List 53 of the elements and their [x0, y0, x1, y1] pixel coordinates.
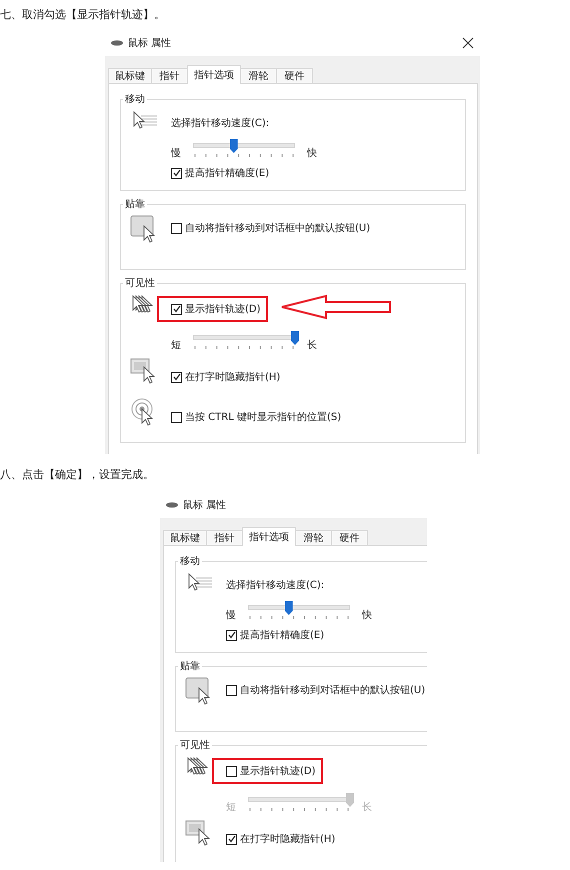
checkbox[interactable]: 显示指针轨迹(D) [157, 296, 268, 322]
mouse-icon [166, 502, 178, 508]
close-button[interactable] [462, 37, 474, 49]
group-title: 移动 [124, 93, 146, 106]
mouse-icon [111, 40, 123, 46]
tab[interactable]: 指针选项 [187, 65, 241, 84]
slider-min-label: 短 [226, 801, 236, 814]
group-title: 可见性 [179, 738, 211, 752]
tab[interactable]: 指针 [151, 68, 188, 84]
window-title: 鼠标 属性 [128, 36, 172, 50]
tab[interactable]: 指针选项 [242, 527, 296, 546]
window-title: 鼠标 属性 [183, 498, 228, 512]
step-text: 八、点击【确定】，设置完成。 [0, 468, 155, 482]
checkbox[interactable]: 在打字时隐藏指针(H) [171, 370, 280, 384]
group-title: 贴靠 [124, 198, 146, 211]
slider-min-label: 慢 [171, 146, 181, 160]
tab[interactable]: 硬件 [276, 68, 313, 84]
slider-min-label: 慢 [226, 608, 236, 622]
checkmark-icon [172, 305, 180, 313]
checkbox[interactable]: 自动将指针移动到对话框中的默认按钮(U) [171, 221, 370, 235]
step-text: 七、取消勾选【显示指针轨迹】。 [0, 8, 166, 22]
tab[interactable]: 滑轮 [295, 530, 332, 546]
tab[interactable]: 硬件 [331, 530, 368, 546]
tab[interactable]: 滑轮 [240, 68, 277, 84]
checkmark-icon [172, 373, 180, 381]
slider-min-label: 短 [171, 339, 181, 352]
checkmark-icon [228, 835, 236, 843]
slider-max-label: 快 [362, 608, 372, 622]
slider[interactable] [193, 139, 295, 157]
checkmark-icon [228, 631, 236, 639]
tab[interactable]: 指针 [206, 530, 243, 546]
checkbox[interactable]: 显示指针轨迹(D) [212, 758, 323, 784]
slider-max-label: 长 [362, 800, 372, 814]
slider-thumb[interactable] [230, 139, 238, 153]
checkbox[interactable]: 提高指针精确度(E) [171, 166, 270, 180]
checkmark-icon [172, 169, 180, 177]
checkbox[interactable]: 在打字时隐藏指针(H) [226, 832, 336, 846]
tab[interactable]: 鼠标键 [108, 68, 152, 84]
slider-thumb[interactable] [291, 331, 299, 345]
slider-thumb[interactable] [284, 601, 293, 615]
group-title: 可见性 [124, 276, 156, 290]
tab[interactable]: 鼠标键 [163, 530, 207, 546]
slider-thumb[interactable] [346, 793, 354, 807]
checkbox[interactable]: 提高指针精确度(E) [226, 628, 324, 642]
slider-max-label: 长 [307, 338, 317, 352]
slider[interactable] [248, 601, 350, 619]
setting-label: 选择指针移动速度(C): [171, 116, 270, 130]
checkbox[interactable]: 自动将指针移动到对话框中的默认按钮(U) [226, 683, 426, 697]
setting-label: 选择指针移动速度(C): [226, 578, 326, 592]
checkbox[interactable]: 当按 CTRL 键时显示指针的位置(S) [171, 410, 342, 424]
slider-max-label: 快 [307, 146, 317, 160]
group-title: 贴靠 [179, 660, 201, 673]
group-title: 移动 [179, 555, 201, 568]
